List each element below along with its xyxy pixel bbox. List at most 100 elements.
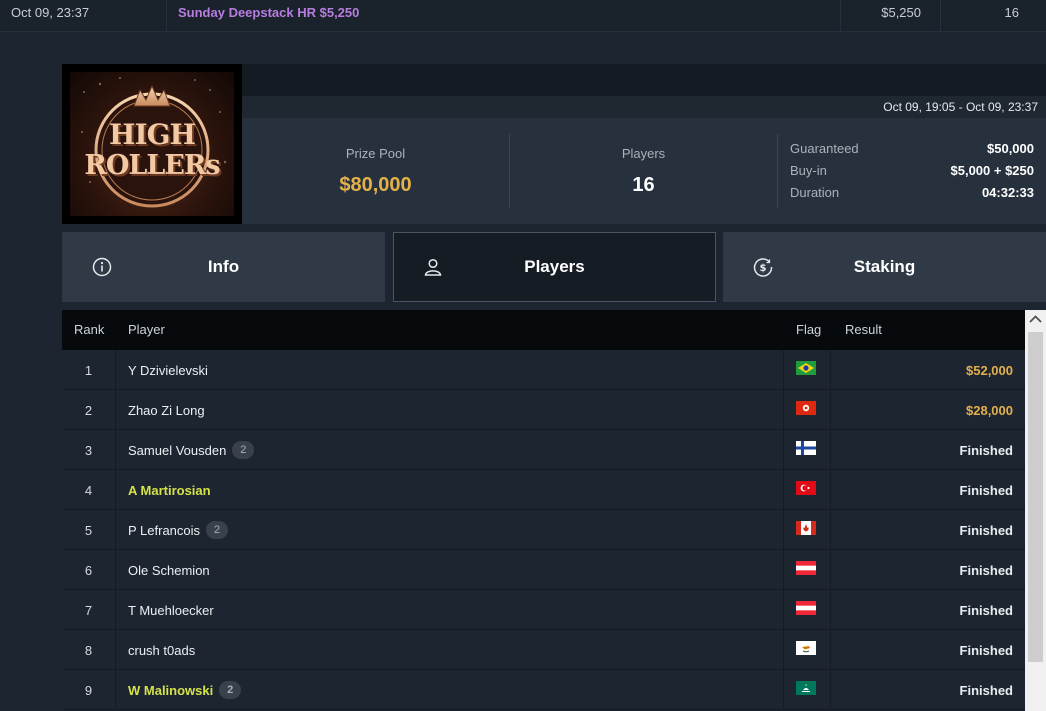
tab-staking-label: Staking [853, 257, 916, 276]
col-flag[interactable]: Flag [796, 322, 821, 337]
tournament-list-row[interactable]: Oct 09, 23:37 Sunday Deepstack HR $5,250… [0, 0, 1046, 32]
divider [115, 430, 116, 470]
scrollbar[interactable] [1025, 310, 1046, 711]
tab-staking[interactable]: $ Staking [723, 232, 1046, 302]
rank-cell: 5 [84, 523, 93, 538]
divider [830, 630, 831, 670]
buyin-line: Buy-in $5,000 + $250 [790, 163, 1034, 183]
divider [783, 430, 784, 470]
col-result[interactable]: Result [845, 322, 882, 337]
player-name[interactable]: A Martirosian [128, 483, 211, 498]
player-name-text: Ole Schemion [128, 563, 210, 578]
turkey-flag-icon [796, 481, 816, 495]
table-row[interactable]: 3 Samuel Vousden 2 Finished [62, 430, 1025, 470]
divider [830, 350, 831, 390]
prize-pool-value: $80,000 [339, 174, 412, 196]
players-value: 16 [632, 174, 655, 196]
divider [783, 510, 784, 550]
re-entry-badge: 2 [206, 521, 229, 540]
table-row[interactable]: 9 W Malinowski 2 Finished [62, 670, 1025, 710]
row-buyin: $5,250 [881, 5, 921, 20]
prize-pool-label: Prize Pool [345, 146, 406, 161]
rank-cell: 7 [84, 603, 93, 618]
divider [166, 0, 167, 32]
table-row[interactable]: 4 A Martirosian Finished [62, 470, 1025, 510]
divider [115, 590, 116, 630]
rank-cell: 6 [84, 563, 93, 578]
players-table: Rank Player Flag Result 1 Y Dzivielevski $… [62, 310, 1025, 711]
header-banner [242, 64, 1046, 96]
result-cell: Finished [959, 483, 1013, 498]
player-name[interactable]: Samuel Vousden 2 [128, 441, 255, 460]
tab-info-label: Info [207, 257, 240, 276]
rank-cell: 4 [84, 483, 93, 498]
divider [840, 0, 841, 32]
divider [115, 510, 116, 550]
table-row[interactable]: 1 Y Dzivielevski $52,000 [62, 350, 1025, 390]
players-label: Players [621, 146, 666, 161]
player-name-text: Samuel Vousden [128, 443, 227, 458]
divider [115, 350, 116, 390]
player-name-text: T Muehloecker [128, 603, 214, 618]
col-rank[interactable]: Rank [74, 322, 104, 337]
buyin-label: Buy-in [790, 163, 827, 178]
logo-text-high: HIGH [109, 118, 196, 151]
macau-flag-icon [796, 681, 816, 695]
austria-flag-icon [796, 561, 816, 575]
result-cell: Finished [959, 523, 1013, 538]
result-cell: Finished [959, 603, 1013, 618]
guaranteed-line: Guaranteed $50,000 [790, 141, 1034, 161]
player-name-text: W Malinowski [128, 683, 214, 698]
divider [830, 670, 831, 710]
guaranteed-label: Guaranteed [790, 141, 859, 156]
scrollbar-thumb[interactable] [1028, 332, 1043, 662]
player-name[interactable]: W Malinowski 2 [128, 681, 242, 700]
buyin-value: $5,000 + $250 [950, 163, 1035, 178]
col-player[interactable]: Player [128, 322, 165, 337]
divider [115, 470, 116, 510]
player-name-text: Zhao Zi Long [128, 403, 205, 418]
divider [783, 670, 784, 710]
player-name[interactable]: crush t0ads [128, 643, 195, 658]
divider [115, 670, 116, 710]
prize-pool-stat: Prize Pool $80,000 [242, 118, 509, 224]
divider [830, 590, 831, 630]
table-row[interactable]: 7 T Muehloecker Finished [62, 590, 1025, 630]
divider [783, 390, 784, 430]
player-name[interactable]: T Muehloecker [128, 603, 214, 618]
tournament-stats: Prize Pool $80,000 Players 16 Guaranteed… [242, 118, 1046, 224]
players-stat: Players 16 [510, 118, 777, 224]
scroll-up-arrow-icon[interactable] [1025, 310, 1046, 330]
player-name[interactable]: Y Dzivielevski [128, 363, 208, 378]
divider [830, 510, 831, 550]
table-row[interactable]: 5 P Lefrancois 2 Finished [62, 510, 1025, 550]
tab-info[interactable]: Info [62, 232, 385, 302]
result-cell: Finished [959, 563, 1013, 578]
result-cell: Finished [959, 443, 1013, 458]
divider [115, 550, 116, 590]
player-name[interactable]: Ole Schemion [128, 563, 210, 578]
tab-players[interactable]: Players [393, 232, 716, 302]
row-tournament-name[interactable]: Sunday Deepstack HR $5,250 [178, 0, 359, 32]
duration-line: Duration 04:32:33 [790, 185, 1034, 205]
cyprus-flag-icon [796, 641, 816, 655]
divider [783, 590, 784, 630]
divider [830, 430, 831, 470]
tournament-logo: HIGH ROLLERs [62, 64, 242, 224]
divider [783, 470, 784, 510]
result-cell: Finished [959, 683, 1013, 698]
table-row[interactable]: 8 crush t0ads Finished [62, 630, 1025, 670]
rank-cell: 8 [84, 643, 93, 658]
duration-value: 04:32:33 [981, 185, 1034, 200]
player-name-text: crush t0ads [128, 643, 196, 658]
player-name[interactable]: Zhao Zi Long [128, 403, 205, 418]
brazil-flag-icon [796, 361, 816, 375]
divider [830, 470, 831, 510]
table-row[interactable]: 6 Ole Schemion Finished [62, 550, 1025, 590]
row-date: Oct 09, 23:37 [11, 5, 90, 20]
rank-cell: 1 [84, 363, 93, 378]
table-row[interactable]: 2 Zhao Zi Long $28,000 [62, 390, 1025, 430]
player-name[interactable]: P Lefrancois 2 [128, 521, 229, 540]
date-range-bar: Oct 09, 19:05 - Oct 09, 23:37 [242, 96, 1046, 118]
rank-cell: 2 [84, 403, 93, 418]
